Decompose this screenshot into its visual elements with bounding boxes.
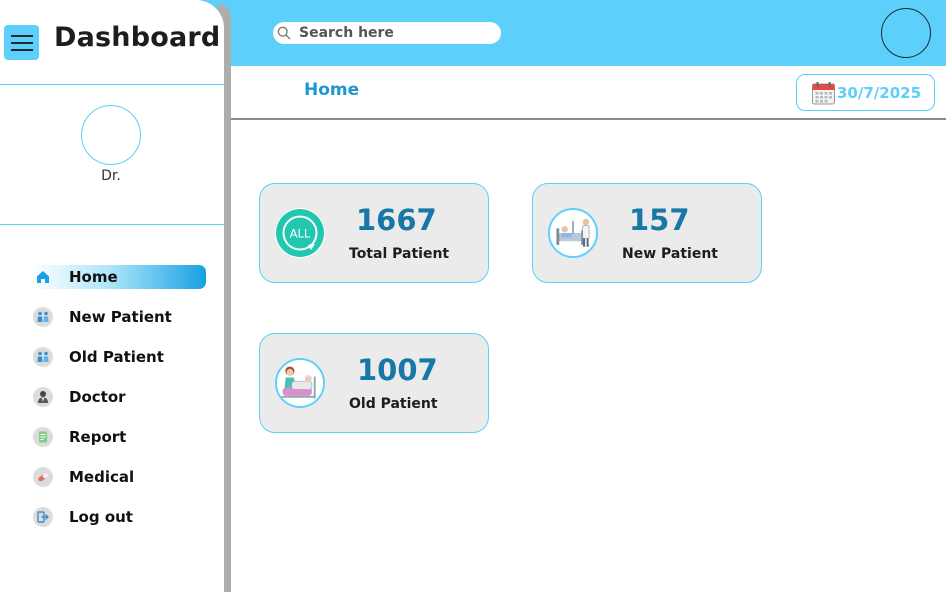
sidebar-item-doctor[interactable]: Doctor xyxy=(30,385,206,409)
brand-title: Dashboard xyxy=(54,22,221,53)
breadcrumb: Home xyxy=(304,80,360,100)
hamburger-icon-line xyxy=(10,41,33,44)
search-box[interactable] xyxy=(273,22,501,44)
logout-icon xyxy=(33,507,53,527)
sidebar-divider xyxy=(0,84,224,85)
stat-value: 157 xyxy=(629,203,690,237)
medical-icon xyxy=(33,467,53,487)
sidebar-item-label: Doctor xyxy=(69,388,126,406)
sidebar-item-logout[interactable]: Log out xyxy=(30,505,206,529)
hospital-bed-icon xyxy=(548,208,598,258)
calendar-icon xyxy=(812,81,835,104)
patients-icon xyxy=(33,347,53,367)
doctor-icon xyxy=(33,387,53,407)
sidebar-item-medical[interactable]: Medical xyxy=(30,465,206,489)
all-icon: ALL xyxy=(275,208,325,258)
app-root: Home 30/7/2025 Dashboard Dr. xyxy=(0,0,946,592)
svg-text:ALL: ALL xyxy=(290,227,311,241)
stat-label: Total Patient xyxy=(349,246,450,262)
sidebar-item-label: New Patient xyxy=(69,308,172,326)
search-icon xyxy=(277,26,291,40)
sidebar-item-label: Old Patient xyxy=(69,348,164,366)
patients-icon xyxy=(33,307,53,327)
menu-toggle-button[interactable] xyxy=(4,25,39,60)
patient-care-icon xyxy=(275,358,325,408)
stat-card-total-patient[interactable]: ALL 1667 Total Patient xyxy=(259,183,489,283)
stat-value: 1007 xyxy=(357,353,438,387)
stat-label: Old Patient xyxy=(349,396,438,412)
hamburger-icon-line xyxy=(10,48,33,51)
user-avatar[interactable] xyxy=(881,8,931,58)
sidebar-item-old-patient[interactable]: Old Patient xyxy=(30,345,206,369)
profile-name: Dr. xyxy=(101,168,121,184)
hamburger-icon xyxy=(10,34,33,37)
sidebar-item-label: Medical xyxy=(69,468,135,486)
sidebar-item-label: Log out xyxy=(69,508,133,526)
date-display: 30/7/2025 xyxy=(796,74,935,111)
home-icon xyxy=(33,267,53,287)
profile-picture xyxy=(81,105,141,165)
sidebar-nav: Home New Patient Old Patient Doctor Repo… xyxy=(30,265,206,545)
sidebar-divider xyxy=(0,224,224,225)
stat-card-new-patient[interactable]: 157 New Patient xyxy=(532,183,762,283)
sidebar: Dashboard Dr. Home New Patient Old Patie… xyxy=(0,0,224,592)
sidebar-item-new-patient[interactable]: New Patient xyxy=(30,305,206,329)
stat-label: New Patient xyxy=(622,246,718,262)
sidebar-item-label: Home xyxy=(69,268,118,286)
stat-value: 1667 xyxy=(356,203,437,237)
sidebar-item-label: Report xyxy=(69,428,127,446)
search-input[interactable] xyxy=(299,25,494,41)
sub-header: Home 30/7/2025 xyxy=(224,66,946,120)
sidebar-item-home[interactable]: Home xyxy=(30,265,206,289)
sidebar-item-report[interactable]: Report xyxy=(30,425,206,449)
report-icon xyxy=(33,427,53,447)
stat-card-old-patient[interactable]: 1007 Old Patient xyxy=(259,333,489,433)
date-text: 30/7/2025 xyxy=(837,83,922,102)
